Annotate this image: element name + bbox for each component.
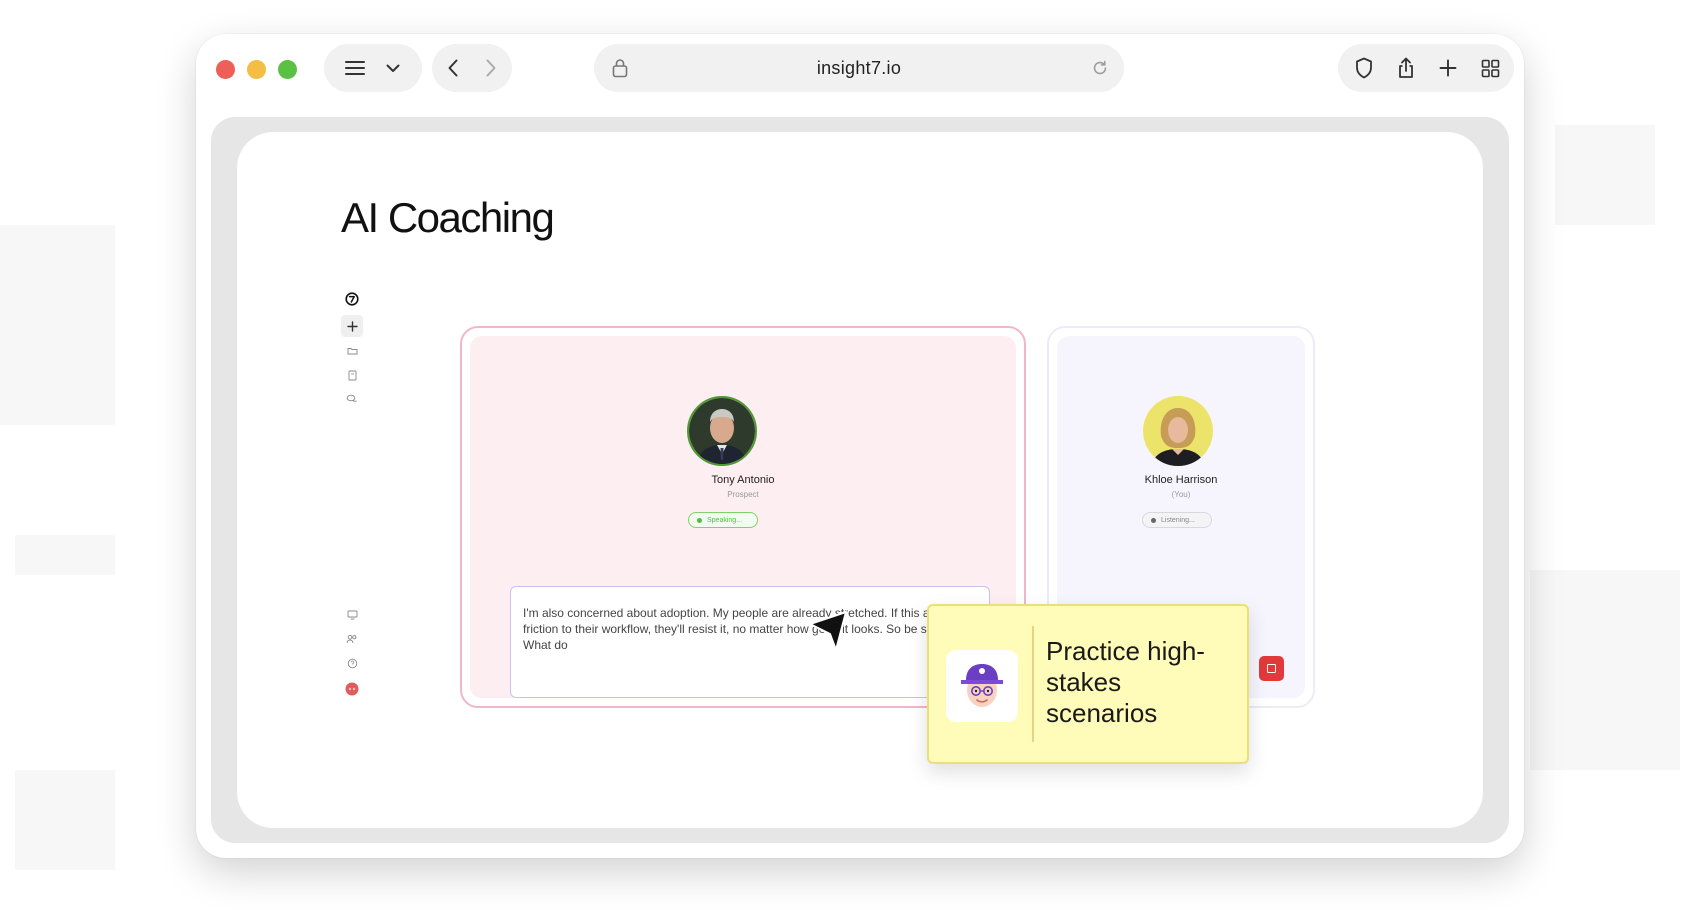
background-tile xyxy=(15,770,115,870)
background-tile xyxy=(1530,570,1680,770)
background-tile xyxy=(15,535,115,575)
address-bar[interactable]: insight7.io xyxy=(594,44,1124,92)
transcript-box: I'm also concerned about adoption. My pe… xyxy=(510,586,990,698)
sidebar-toggle-group xyxy=(324,44,422,92)
users-icon[interactable] xyxy=(341,628,363,650)
speaking-status-badge: Speaking... xyxy=(688,512,758,528)
folder-icon[interactable] xyxy=(341,339,363,361)
reload-icon[interactable] xyxy=(1088,56,1112,80)
speaking-status-text: Speaking... xyxy=(707,516,743,524)
back-icon[interactable] xyxy=(434,48,472,88)
prospect-role: Prospect xyxy=(727,490,759,499)
tab-overview-icon[interactable] xyxy=(1470,48,1510,88)
monitor-icon[interactable] xyxy=(341,604,363,626)
maximize-window-button[interactable] xyxy=(278,60,297,79)
stop-button[interactable] xyxy=(1259,656,1284,681)
user-avatar[interactable] xyxy=(341,678,363,700)
toolbar-actions xyxy=(1338,44,1514,92)
forward-icon[interactable] xyxy=(472,48,510,88)
you-role: (You) xyxy=(1171,490,1191,499)
page-title: AI Coaching xyxy=(341,194,555,241)
browser-window: insight7.io AI Coaching Tony Antonio Pro… xyxy=(196,34,1524,858)
listening-dot-icon xyxy=(1151,517,1156,523)
close-window-button[interactable] xyxy=(216,60,235,79)
sidebar-icon[interactable] xyxy=(335,48,375,88)
chevron-down-icon[interactable] xyxy=(375,48,411,88)
callout-text: Practice high-stakes scenarios xyxy=(1046,636,1205,728)
background-tile xyxy=(0,225,115,425)
new-session-button[interactable] xyxy=(341,315,363,337)
stop-icon xyxy=(1267,664,1276,673)
prospect-name: Tony Antonio xyxy=(711,474,775,486)
url-text: insight7.io xyxy=(816,57,902,78)
mascot-avatar xyxy=(946,650,1018,722)
background-tile xyxy=(1555,125,1655,225)
listening-status-text: Listening... xyxy=(1161,516,1195,524)
chat-icon[interactable] xyxy=(341,388,363,410)
shield-icon[interactable] xyxy=(1342,48,1386,88)
logo-icon[interactable] xyxy=(341,288,363,310)
new-tab-icon[interactable] xyxy=(1426,48,1470,88)
app-page: AI Coaching Tony Antonio Prospect Speaki… xyxy=(237,132,1483,828)
browser-viewport: AI Coaching Tony Antonio Prospect Speaki… xyxy=(211,117,1509,843)
speaking-dot-icon xyxy=(697,517,702,523)
help-icon[interactable] xyxy=(341,652,363,674)
you-name: Khloe Harrison xyxy=(1144,474,1218,486)
navigation-group xyxy=(432,44,512,92)
plus-icon xyxy=(346,320,358,332)
listening-status-badge: Listening... xyxy=(1142,512,1212,528)
book-icon[interactable] xyxy=(341,364,363,386)
minimize-window-button[interactable] xyxy=(247,60,266,79)
share-icon[interactable] xyxy=(1386,48,1426,88)
cursor-icon xyxy=(809,610,849,654)
callout-divider xyxy=(1032,626,1034,742)
feature-callout: Practice high-stakes scenarios xyxy=(927,604,1249,764)
prospect-avatar xyxy=(687,396,757,466)
you-avatar xyxy=(1143,396,1213,466)
